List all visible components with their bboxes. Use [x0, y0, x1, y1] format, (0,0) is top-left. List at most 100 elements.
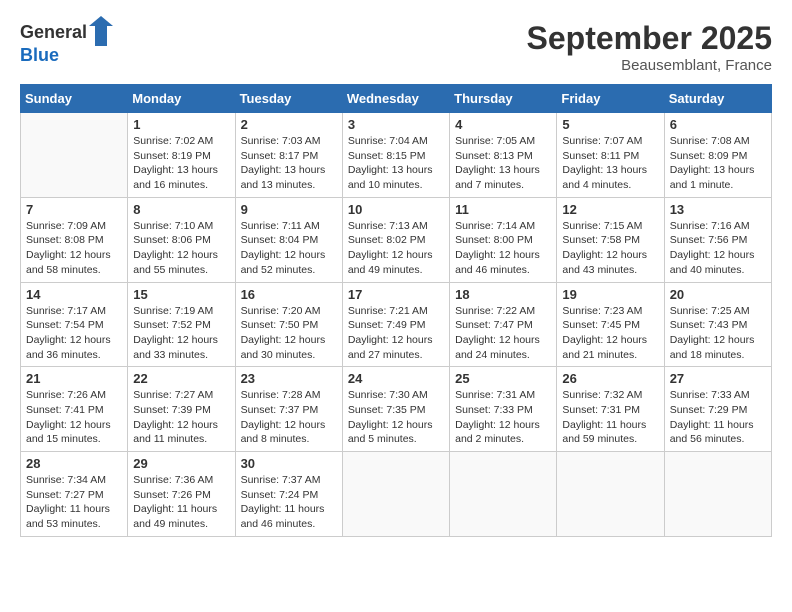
- calendar-cell: 8Sunrise: 7:10 AMSunset: 8:06 PMDaylight…: [128, 197, 235, 282]
- sunset-text: Sunset: 7:37 PM: [241, 403, 337, 418]
- sunrise-text: Sunrise: 7:16 AM: [670, 219, 766, 234]
- sunrise-text: Sunrise: 7:22 AM: [455, 304, 551, 319]
- day-number: 23: [241, 371, 337, 386]
- day-number: 13: [670, 202, 766, 217]
- daylight-text: Daylight: 12 hours and 5 minutes.: [348, 418, 444, 447]
- sunset-text: Sunset: 7:29 PM: [670, 403, 766, 418]
- daylight-text: Daylight: 12 hours and 2 minutes.: [455, 418, 551, 447]
- sunrise-text: Sunrise: 7:14 AM: [455, 219, 551, 234]
- sunset-text: Sunset: 8:13 PM: [455, 149, 551, 164]
- day-info: Sunrise: 7:26 AMSunset: 7:41 PMDaylight:…: [26, 388, 122, 447]
- day-number: 19: [562, 287, 658, 302]
- daylight-text: Daylight: 12 hours and 58 minutes.: [26, 248, 122, 277]
- sunset-text: Sunset: 8:19 PM: [133, 149, 229, 164]
- weekday-header: Friday: [557, 85, 664, 113]
- calendar-cell: 10Sunrise: 7:13 AMSunset: 8:02 PMDayligh…: [342, 197, 449, 282]
- day-info: Sunrise: 7:03 AMSunset: 8:17 PMDaylight:…: [241, 134, 337, 193]
- calendar-cell: 21Sunrise: 7:26 AMSunset: 7:41 PMDayligh…: [21, 367, 128, 452]
- sunrise-text: Sunrise: 7:26 AM: [26, 388, 122, 403]
- daylight-text: Daylight: 12 hours and 30 minutes.: [241, 333, 337, 362]
- day-info: Sunrise: 7:17 AMSunset: 7:54 PMDaylight:…: [26, 304, 122, 363]
- day-info: Sunrise: 7:15 AMSunset: 7:58 PMDaylight:…: [562, 219, 658, 278]
- sunrise-text: Sunrise: 7:20 AM: [241, 304, 337, 319]
- sunrise-text: Sunrise: 7:04 AM: [348, 134, 444, 149]
- sunrise-text: Sunrise: 7:23 AM: [562, 304, 658, 319]
- day-number: 18: [455, 287, 551, 302]
- day-number: 24: [348, 371, 444, 386]
- sunset-text: Sunset: 7:50 PM: [241, 318, 337, 333]
- location-title: Beausemblant, France: [527, 57, 772, 74]
- daylight-text: Daylight: 12 hours and 33 minutes.: [133, 333, 229, 362]
- calendar-week-row: 1Sunrise: 7:02 AMSunset: 8:19 PMDaylight…: [21, 113, 772, 198]
- calendar-cell: [664, 452, 771, 537]
- calendar-cell: 24Sunrise: 7:30 AMSunset: 7:35 PMDayligh…: [342, 367, 449, 452]
- sunset-text: Sunset: 8:08 PM: [26, 233, 122, 248]
- day-number: 28: [26, 456, 122, 471]
- daylight-text: Daylight: 11 hours and 46 minutes.: [241, 502, 337, 531]
- day-info: Sunrise: 7:04 AMSunset: 8:15 PMDaylight:…: [348, 134, 444, 193]
- day-number: 16: [241, 287, 337, 302]
- calendar-cell: 7 Sunrise: 7:09 AMSunset: 8:08 PMDaylight…: [21, 197, 128, 282]
- sunrise-text: Sunrise: 7:25 AM: [670, 304, 766, 319]
- sunset-text: Sunset: 8:17 PM: [241, 149, 337, 164]
- logo-general: General: [20, 23, 87, 43]
- sunrise-text: Sunrise: 7:09 AM: [26, 219, 122, 234]
- sunset-text: Sunset: 7:31 PM: [562, 403, 658, 418]
- sunset-text: Sunset: 7:49 PM: [348, 318, 444, 333]
- day-info: Sunrise: 7:34 AMSunset: 7:27 PMDaylight:…: [26, 473, 122, 532]
- sunset-text: Sunset: 7:47 PM: [455, 318, 551, 333]
- calendar-cell: 12Sunrise: 7:15 AMSunset: 7:58 PMDayligh…: [557, 197, 664, 282]
- sunset-text: Sunset: 8:11 PM: [562, 149, 658, 164]
- day-number: 5: [562, 117, 658, 132]
- day-number: 7: [26, 202, 122, 217]
- calendar-cell: 29Sunrise: 7:36 AMSunset: 7:26 PMDayligh…: [128, 452, 235, 537]
- day-info: Sunrise: 7:25 AMSunset: 7:43 PMDaylight:…: [670, 304, 766, 363]
- sunset-text: Sunset: 7:45 PM: [562, 318, 658, 333]
- day-info: Sunrise: 7:07 AMSunset: 8:11 PMDaylight:…: [562, 134, 658, 193]
- day-info: Sunrise: 7:02 AMSunset: 8:19 PMDaylight:…: [133, 134, 229, 193]
- day-info: Sunrise: 7:23 AMSunset: 7:45 PMDaylight:…: [562, 304, 658, 363]
- day-number: 15: [133, 287, 229, 302]
- sunset-text: Sunset: 7:52 PM: [133, 318, 229, 333]
- calendar-cell: 1Sunrise: 7:02 AMSunset: 8:19 PMDaylight…: [128, 113, 235, 198]
- day-number: 9: [241, 202, 337, 217]
- sunrise-text: Sunrise: 7:02 AM: [133, 134, 229, 149]
- sunrise-text: Sunrise: 7:17 AM: [26, 304, 122, 319]
- calendar-cell: 19 Sunrise: 7:23 AMSunset: 7:45 PMDayligh…: [557, 282, 664, 367]
- daylight-text: Daylight: 12 hours and 27 minutes.: [348, 333, 444, 362]
- calendar-cell: 18Sunrise: 7:22 AMSunset: 7:47 PMDayligh…: [450, 282, 557, 367]
- day-number: 2: [241, 117, 337, 132]
- day-info: Sunrise: 7:37 AMSunset: 7:24 PMDaylight:…: [241, 473, 337, 532]
- calendar-cell: 4Sunrise: 7:05 AMSunset: 8:13 PMDaylight…: [450, 113, 557, 198]
- sunrise-text: Sunrise: 7:13 AM: [348, 219, 444, 234]
- day-number: 26: [562, 371, 658, 386]
- calendar-week-row: 7Sunrise: 7:09 AMSunset: 8:08 PMDaylight…: [21, 197, 772, 282]
- sunset-text: Sunset: 8:02 PM: [348, 233, 444, 248]
- day-number: 8: [133, 202, 229, 217]
- daylight-text: Daylight: 12 hours and 18 minutes.: [670, 333, 766, 362]
- day-info: Sunrise: 7:16 AMSunset: 7:56 PMDaylight:…: [670, 219, 766, 278]
- sunset-text: Sunset: 7:41 PM: [26, 403, 122, 418]
- daylight-text: Daylight: 11 hours and 59 minutes.: [562, 418, 658, 447]
- calendar-cell: 16 Sunrise: 7:20 AMSunset: 7:50 PMDayligh…: [235, 282, 342, 367]
- calendar-cell: 26Sunrise: 7:32 AMSunset: 7:31 PMDayligh…: [557, 367, 664, 452]
- sunset-text: Sunset: 7:27 PM: [26, 488, 122, 503]
- daylight-text: Daylight: 12 hours and 21 minutes.: [562, 333, 658, 362]
- day-info: Sunrise: 7:27 AMSunset: 7:39 PMDaylight:…: [133, 388, 229, 447]
- day-number: 4: [455, 117, 551, 132]
- sunset-text: Sunset: 7:43 PM: [670, 318, 766, 333]
- day-number: 29: [133, 456, 229, 471]
- weekday-header: Sunday: [21, 85, 128, 113]
- daylight-text: Daylight: 12 hours and 43 minutes.: [562, 248, 658, 277]
- day-number: 17: [348, 287, 444, 302]
- day-number: 10: [348, 202, 444, 217]
- sunrise-text: Sunrise: 7:15 AM: [562, 219, 658, 234]
- sunset-text: Sunset: 7:58 PM: [562, 233, 658, 248]
- daylight-text: Daylight: 13 hours and 10 minutes.: [348, 163, 444, 192]
- calendar-cell: 9Sunrise: 7:11 AMSunset: 8:04 PMDaylight…: [235, 197, 342, 282]
- sunrise-text: Sunrise: 7:07 AM: [562, 134, 658, 149]
- sunrise-text: Sunrise: 7:03 AM: [241, 134, 337, 149]
- calendar-cell: 15Sunrise: 7:19 AMSunset: 7:52 PMDayligh…: [128, 282, 235, 367]
- calendar-cell: 25Sunrise: 7:31 AMSunset: 7:33 PMDayligh…: [450, 367, 557, 452]
- calendar-cell: 30Sunrise: 7:37 AMSunset: 7:24 PMDayligh…: [235, 452, 342, 537]
